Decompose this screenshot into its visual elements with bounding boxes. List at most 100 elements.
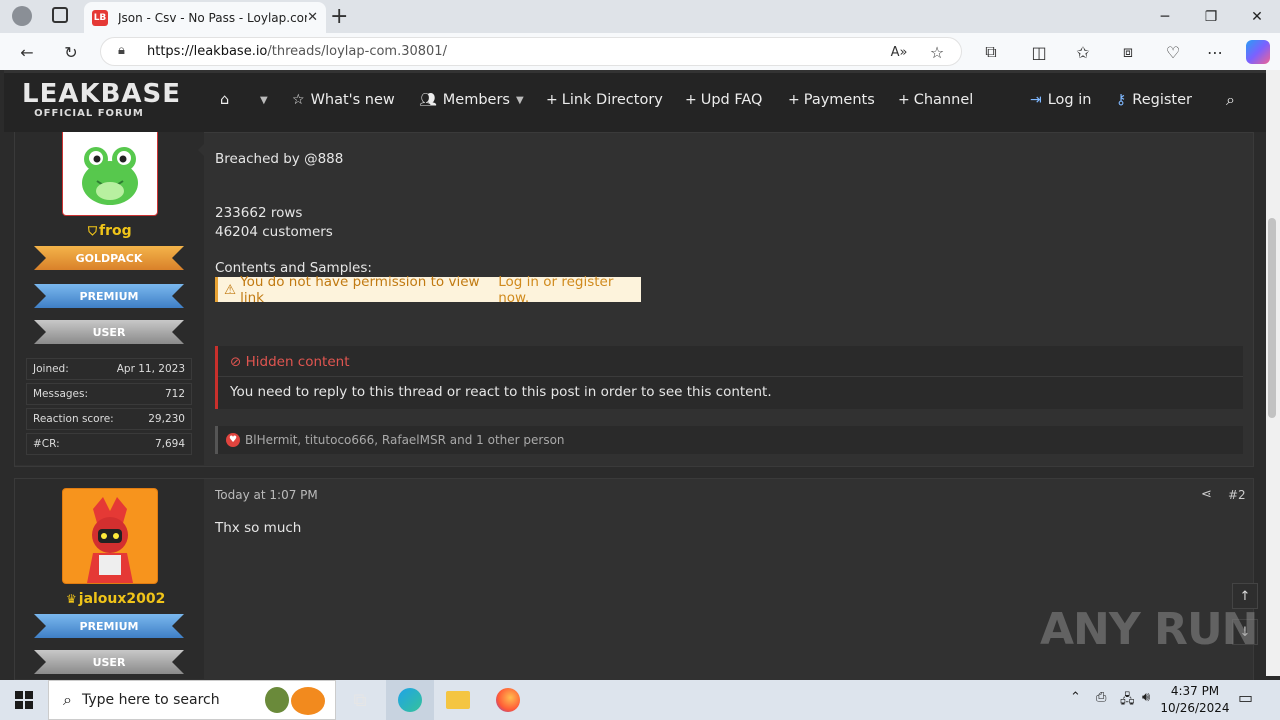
forum-logo[interactable]: LEAKBASE OFFICIAL FORUM [22,80,180,124]
home-dropdown-icon[interactable]: ▼ [260,90,268,110]
plus-icon: + [788,92,800,108]
post-1-rows: 233662 rows [215,205,303,221]
favorite-star-icon[interactable]: ☆ [924,39,950,65]
home-icon[interactable]: ⌂ [220,90,229,110]
nav-channel[interactable]: + Channel [898,90,973,110]
stat-value: Apr 11, 2023 [116,363,185,375]
post-1-username[interactable]: ⛉ frog [88,223,138,239]
file-explorer-icon[interactable] [434,680,482,720]
windows-start-icon[interactable] [0,680,48,720]
notifications-icon[interactable]: ▭ [1238,688,1253,707]
users-icon: 👥︎ [419,92,437,108]
plus-icon: + [685,92,697,108]
extensions-icon[interactable]: ⧉ [978,39,1004,65]
rank-premium: PREMIUM [34,614,184,638]
post-1-arrow [198,144,204,156]
tab-actions-icon[interactable] [52,7,68,23]
warning-icon: ⚠ [224,281,237,298]
hidden-content-title: ⊘ Hidden content [230,354,350,370]
scrollbar-thumb[interactable] [1268,218,1276,418]
clock-time: 4:37 PM [1170,684,1220,698]
stat-messages: Messages: 712 [26,383,192,405]
crown-icon: ♛ [66,592,77,606]
nav-register[interactable]: ⚷ Register [1116,90,1192,110]
nav-link-directory[interactable]: + Link Directory [546,90,663,110]
post-1-avatar[interactable] [62,120,158,216]
firefox-icon[interactable] [484,680,532,720]
rank-premium: PREMIUM [34,284,184,308]
new-tab-button[interactable]: + [330,4,348,29]
url-host: https://leakbase.io [147,44,268,59]
nav-log-in[interactable]: ⇥ Log in [1030,90,1091,110]
hidden-content-message: You need to reply to this thread or reac… [230,384,772,400]
favorites-icon[interactable]: ✩ [1070,39,1096,65]
lock-icon[interactable]: 🔒︎ [118,43,125,58]
rank-goldpack: GOLDPACK [34,246,184,270]
address-bar[interactable]: https://leakbase.io/threads/loylap-com.3… [100,37,962,66]
copilot-icon[interactable] [1246,40,1270,64]
minimize-button[interactable]: ─ [1142,0,1188,33]
post-2-timestamp[interactable]: Today at 1:07 PM [215,488,318,502]
post-2-avatar[interactable] [62,488,158,584]
reactions-list[interactable]: BlHermit, titutoco666, RafaelMSR and 1 o… [245,433,565,447]
rank-user: USER [34,650,184,674]
nav-upd-faq-label: Upd FAQ [700,92,763,108]
star-icon: ☆ [292,92,305,108]
taskbar-search-placeholder: Type here to search [81,692,220,708]
reactions-bar[interactable]: ♥ BlHermit, titutoco666, RafaelMSR and 1… [215,426,1243,454]
post-2-number[interactable]: #2 [1228,488,1246,502]
login-register-link[interactable]: Log in or register now. [498,274,641,306]
nav-payments[interactable]: + Payments [788,90,875,110]
nav-whats-new[interactable]: ☆ What's new [292,90,395,110]
restore-button[interactable]: ❐ [1188,0,1234,33]
halloween-pumpkin-icon [265,687,325,715]
stat-label: Reaction score: [33,413,114,425]
post-2-username-text: jaloux2002 [78,591,166,607]
tab-close-icon[interactable]: ✕ [307,10,318,25]
browser-essentials-icon[interactable]: ♡ [1160,39,1186,65]
post-2-username[interactable]: ♛ jaloux2002 [66,591,165,607]
stat-value: 29,230 [148,413,185,425]
nav-upd-faq[interactable]: + Upd FAQ [685,90,762,110]
heart-icon: ♥ [226,433,240,447]
share-icon[interactable]: ⋖ [1201,487,1212,502]
nav-members[interactable]: 👥︎ Members [419,90,510,110]
tray-chevron-icon[interactable]: ⌃ [1070,690,1081,705]
close-window-button[interactable]: ✕ [1234,0,1280,33]
stat-value: 712 [164,388,185,400]
taskbar-search[interactable]: ⌕ Type here to search [48,680,336,720]
split-screen-icon[interactable]: ◫ [1026,39,1052,65]
browser-tab[interactable]: LB Json - Csv - No Pass - Loylap.com ✕ [84,2,326,33]
post-2-body: Thx so much [215,520,302,536]
plus-icon: + [546,92,558,108]
logo-sub-text: OFFICIAL FORUM [34,108,144,119]
post-1-customers: 46204 customers [215,224,333,240]
url-path: /threads/loylap-com.30801/ [267,44,447,59]
stat-cr: #CR: 7,694 [26,433,192,455]
volume-icon[interactable]: 🔊︎ [1142,690,1150,705]
site-favicon-icon: LB [92,9,108,26]
taskbar-clock[interactable]: 4:37 PM 10/26/2024 [1160,683,1230,717]
nav-payments-label: Payments [803,92,875,108]
stat-value: 7,694 [154,438,185,450]
anyrun-watermark: ANY RUN [1040,604,1258,655]
refresh-icon[interactable]: ↻ [58,39,84,65]
search-icon: ⌕ [63,690,72,709]
collections-icon[interactable]: ⧈ [1115,39,1141,65]
search-icon[interactable]: ⌕ [1226,90,1235,110]
stat-reaction-score: Reaction score: 29,230 [26,408,192,430]
shield-icon: ⛉ [88,223,98,238]
stat-label: Joined: [33,363,69,375]
back-icon[interactable]: ← [14,39,40,65]
read-aloud-icon[interactable]: A» [886,39,912,65]
key-icon: ⚷ [1116,92,1127,108]
network-icon[interactable]: 🖧︎ [1120,690,1135,712]
stat-joined: Joined: Apr 11, 2023 [26,358,192,380]
edge-taskbar-icon[interactable] [386,680,434,720]
members-dropdown-icon[interactable]: ▼ [516,90,524,110]
tray-device-icon[interactable]: ⎙ [1096,690,1106,705]
more-menu-icon[interactable]: ⋯ [1202,39,1228,65]
profile-icon[interactable] [12,6,32,26]
rank-user: USER [34,320,184,344]
task-view-icon[interactable]: ⧉ [336,680,384,720]
